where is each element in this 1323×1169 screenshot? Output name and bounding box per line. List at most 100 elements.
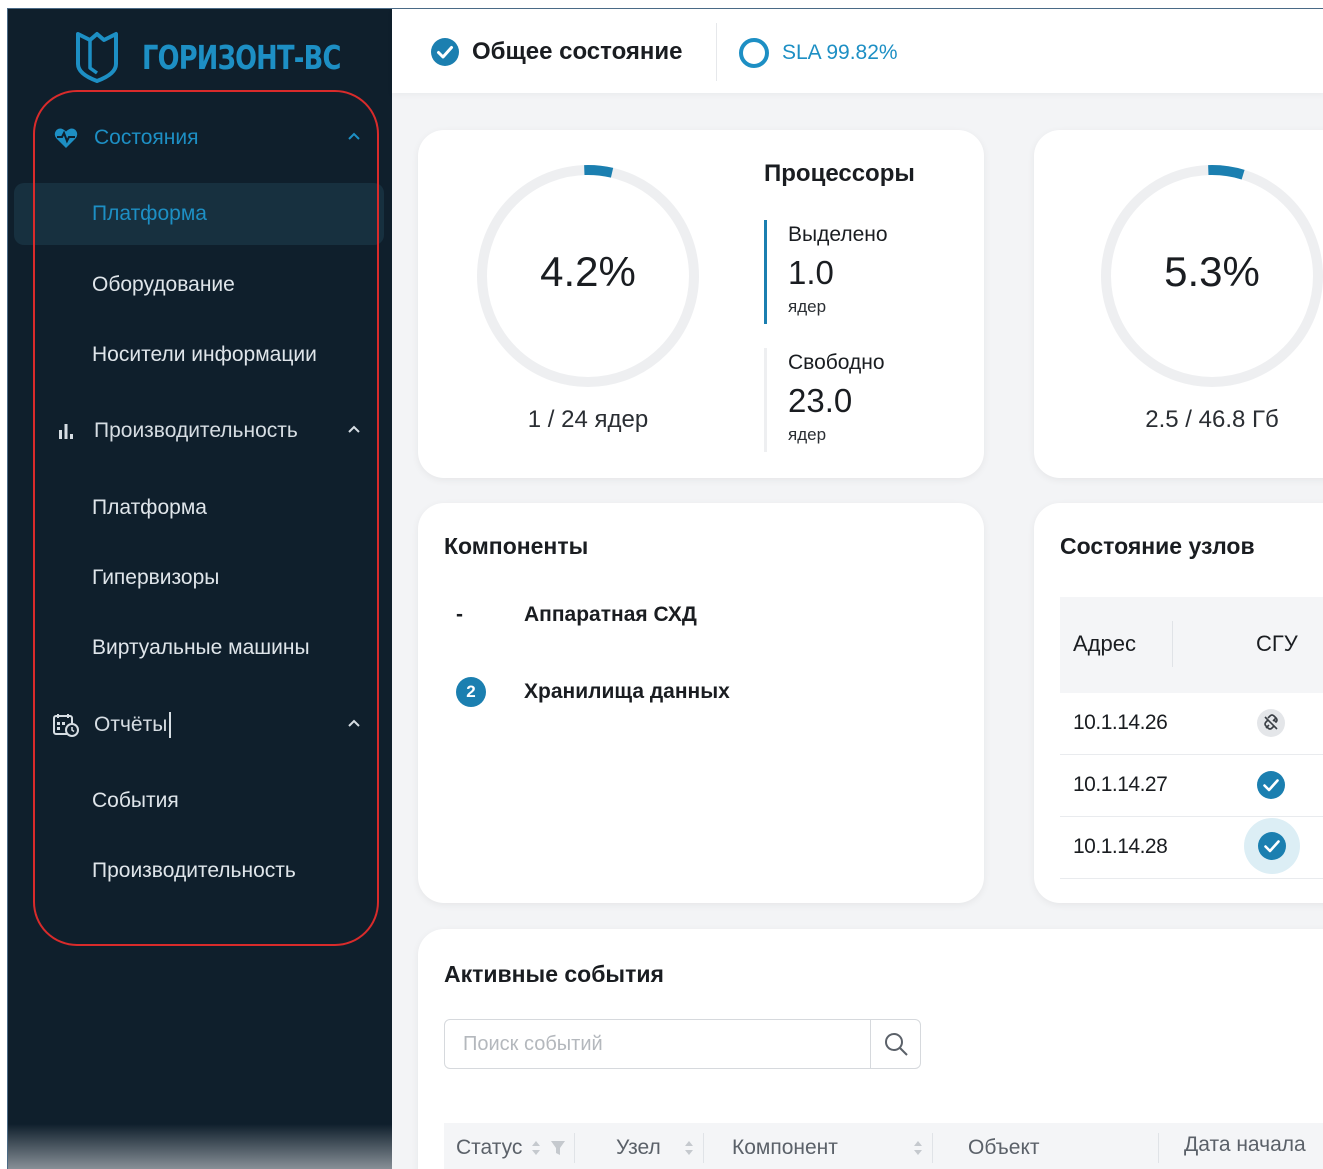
overall-status[interactable]: Общее состояние xyxy=(430,37,683,67)
components-title: Компоненты xyxy=(444,533,589,559)
sidebar-item-virtual-machines[interactable]: Виртуальные машины xyxy=(92,628,310,668)
sidebar-item-reports-performance[interactable]: Производительность xyxy=(92,851,296,891)
count-marker: 2 xyxy=(454,677,524,707)
overall-status-label: Общее состояние xyxy=(472,38,683,65)
components-card: Компоненты - Аппаратная СХД 2 Хранилища … xyxy=(418,503,984,903)
calendar-clock-icon xyxy=(52,713,80,737)
chevron-up-icon[interactable] xyxy=(346,126,362,150)
sort-icon[interactable] xyxy=(912,1138,924,1158)
sla-indicator[interactable]: SLA 99.82% xyxy=(738,37,898,69)
column-label: Компонент xyxy=(732,1136,838,1159)
cpu-gauge-value: 4.2% xyxy=(540,248,636,295)
events-card: Активные события Статус Узел xyxy=(418,929,1323,1169)
sidebar-item-hypervisors[interactable]: Гипервизоры xyxy=(92,558,219,598)
memory-gauge: 5.3% xyxy=(1098,162,1323,390)
check-circle-icon xyxy=(431,38,459,66)
table-row[interactable]: 10.1.14.26 xyxy=(1060,693,1323,755)
header: Общее состояние SLA 99.82% xyxy=(392,9,1323,93)
component-label: Хранилища данных xyxy=(524,680,730,703)
column-separator xyxy=(931,1133,933,1163)
component-row[interactable]: 2 Хранилища данных xyxy=(454,677,730,707)
divider xyxy=(716,23,717,81)
free-label: Свободно xyxy=(788,351,885,374)
nav-group-label: Производительность xyxy=(94,419,298,442)
nav-group-performance[interactable]: Производительность xyxy=(52,411,362,451)
column-label: Статус xyxy=(456,1136,523,1159)
app-window: ГОРИЗОНТ-ВС Состояния Платформа Оборудов… xyxy=(7,8,1323,1169)
check-circle-icon[interactable] xyxy=(1244,818,1300,879)
component-row[interactable]: - Аппаратная СХД xyxy=(454,603,697,627)
allocated-unit: ядер xyxy=(788,297,827,316)
logo-text: ГОРИЗОНТ-ВС xyxy=(142,37,341,77)
events-title: Активные события xyxy=(444,961,664,987)
nodes-title: Состояние узлов xyxy=(1060,533,1255,559)
search-button[interactable] xyxy=(870,1020,921,1068)
logo[interactable]: ГОРИЗОНТ-ВС xyxy=(74,27,397,87)
table-row[interactable]: 10.1.14.27 xyxy=(1060,755,1323,817)
chevron-up-icon[interactable] xyxy=(346,419,362,443)
memory-card: 5.3% 2.5 / 46.8 Гб xyxy=(1034,130,1323,478)
search-input[interactable] xyxy=(445,1020,869,1068)
sort-icon[interactable] xyxy=(683,1138,695,1158)
cpu-gauge: 4.2% xyxy=(474,162,702,390)
sidebar-item-perf-platform[interactable]: Платформа xyxy=(92,488,207,528)
cpu-gauge-caption: 1 / 24 ядер xyxy=(527,406,649,433)
table-row[interactable]: 10.1.14.28 xyxy=(1060,817,1323,879)
column-header-object[interactable]: Объект xyxy=(968,1133,1159,1163)
cpu-allocated: Выделено 1.0 ядер xyxy=(764,220,964,324)
memory-gauge-caption: 2.5 / 46.8 Гб xyxy=(1145,406,1279,433)
component-label: Аппаратная СХД xyxy=(524,603,697,626)
column-header-component[interactable]: Компонент xyxy=(732,1133,933,1163)
bar-chart-icon xyxy=(52,422,80,440)
column-separator xyxy=(1172,621,1173,667)
count-badge: 2 xyxy=(456,677,486,707)
node-address: 10.1.14.26 xyxy=(1073,711,1168,734)
nodes-table-header: Адрес СГУ xyxy=(1060,597,1323,693)
column-separator xyxy=(574,1133,576,1163)
column-label: Объект xyxy=(968,1136,1040,1159)
heart-pulse-icon xyxy=(52,127,80,149)
node-address: 10.1.14.28 xyxy=(1073,835,1168,858)
column-header-sgu[interactable]: СГУ xyxy=(1256,631,1298,657)
sidebar: ГОРИЗОНТ-ВС Состояния Платформа Оборудов… xyxy=(8,9,392,1169)
unlink-icon xyxy=(1256,708,1286,743)
node-address: 10.1.14.27 xyxy=(1073,773,1168,796)
sidebar-item-equipment[interactable]: Оборудование xyxy=(92,265,235,305)
filter-icon[interactable] xyxy=(550,1139,566,1157)
column-header-address[interactable]: Адрес xyxy=(1073,631,1136,657)
column-separator xyxy=(702,1133,704,1163)
allocated-bar xyxy=(764,220,767,324)
ring-icon xyxy=(739,38,769,68)
free-unit: ядер xyxy=(788,425,827,444)
shield-logo-icon xyxy=(76,32,118,83)
cpu-card: 4.2% 1 / 24 ядер Процессоры Выделено 1.0… xyxy=(418,130,984,478)
nav-group-label: Отчёты xyxy=(94,713,168,736)
free-bar xyxy=(764,348,767,452)
nodes-card: Состояние узлов Адрес СГУ 10.1.14.26 10.… xyxy=(1034,503,1323,903)
column-label: Узел xyxy=(616,1136,661,1159)
sort-icon[interactable] xyxy=(530,1138,542,1158)
events-table-header: Статус Узел Компонент Объект Дата начала xyxy=(444,1123,1323,1169)
allocated-value: 1.0 xyxy=(788,254,834,291)
column-header-status[interactable]: Статус xyxy=(456,1133,576,1163)
sla-value: SLA 99.82% xyxy=(782,41,898,64)
check-circle-icon xyxy=(1256,770,1286,805)
sidebar-item-events[interactable]: События xyxy=(92,781,179,821)
column-header-node[interactable]: Узел xyxy=(616,1133,704,1163)
cpu-title: Процессоры xyxy=(764,160,915,187)
column-label: Дата начала xyxy=(1184,1133,1306,1156)
sidebar-item-storage-media[interactable]: Носители информации xyxy=(92,335,317,375)
chevron-up-icon[interactable] xyxy=(346,713,362,737)
column-header-start-date[interactable]: Дата начала xyxy=(1184,1133,1306,1157)
free-value: 23.0 xyxy=(788,382,853,419)
main-content: Общее состояние SLA 99.82% 4.2% 1 / 24 я… xyxy=(392,9,1323,1169)
nav-group-reports[interactable]: Отчёты xyxy=(52,705,362,745)
nav-group-states[interactable]: Состояния xyxy=(52,118,362,158)
nav-group-label: Состояния xyxy=(94,126,199,149)
memory-gauge-value: 5.3% xyxy=(1164,248,1260,295)
text-cursor xyxy=(169,712,172,738)
allocated-label: Выделено xyxy=(788,223,888,246)
cpu-free: Свободно 23.0 ядер xyxy=(764,348,964,452)
sidebar-item-states-platform[interactable]: Платформа xyxy=(92,194,207,234)
dash-marker: - xyxy=(456,603,463,626)
